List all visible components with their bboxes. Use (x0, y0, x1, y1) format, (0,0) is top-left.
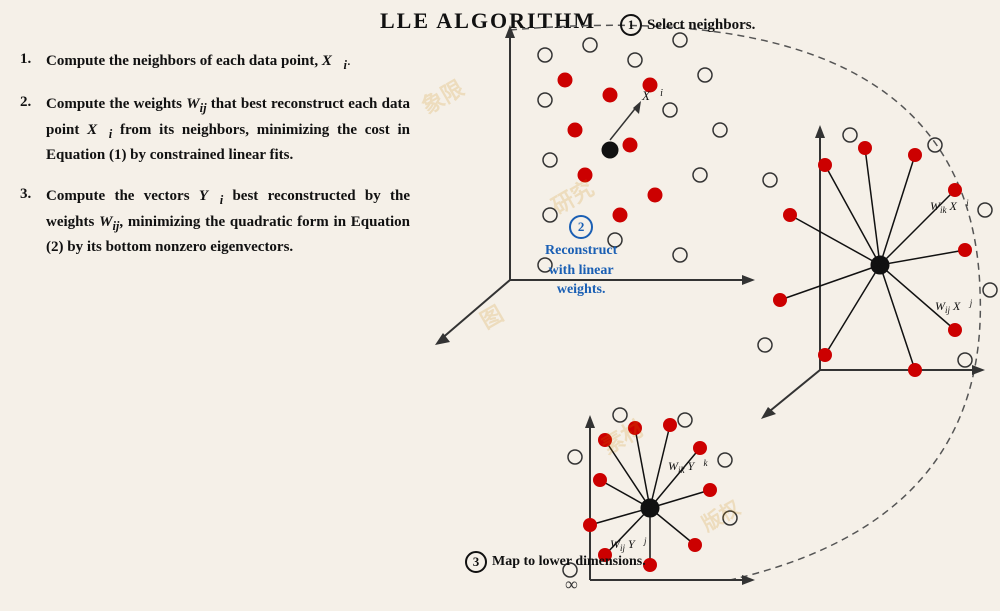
step2-label: 2 Reconstruct with linear weights. (545, 215, 617, 300)
step3-text: Map to lower dimensions. (492, 554, 646, 570)
step-3-text: Compute the vectors Y⃗i best reconstruct… (46, 185, 410, 259)
svg-text:Wik X⃗i: Wik X⃗i (930, 198, 969, 215)
step2-text: Reconstruct with linear weights. (545, 241, 617, 300)
page-container: LLE ALGORITHM 1. Compute the neighbors o… (0, 0, 1000, 606)
step1-label: 1 Select neighbors. (620, 14, 755, 36)
diagram-area: X⃗i (390, 0, 1000, 606)
step3-circle: 3 (465, 551, 487, 573)
step-1: 1. Compute the neighbors of each data po… (20, 50, 410, 75)
step-1-text: Compute the neighbors of each data point… (46, 50, 351, 75)
step2-circle: 2 (569, 215, 593, 239)
step3-label: 3 Map to lower dimensions. (465, 551, 646, 573)
step-2: 2. Compute the weights Wij that best rec… (20, 93, 410, 167)
left-panel: 1. Compute the neighbors of each data po… (20, 50, 410, 277)
svg-text:X⃗i: X⃗i (641, 88, 663, 103)
step-2-text: Compute the weights Wij that best recons… (46, 93, 410, 167)
step-3-number: 3. (20, 186, 40, 203)
step-1-number: 1. (20, 51, 40, 68)
step-3: 3. Compute the vectors Y⃗i best reconstr… (20, 185, 410, 259)
svg-text:Wij X⃗j: Wij X⃗j (935, 298, 973, 315)
step-2-number: 2. (20, 94, 40, 111)
step1-text: Select neighbors. (647, 17, 755, 34)
step1-circle: 1 (620, 14, 642, 36)
svg-text:Wik Y⃗k: Wik Y⃗k (668, 458, 709, 475)
